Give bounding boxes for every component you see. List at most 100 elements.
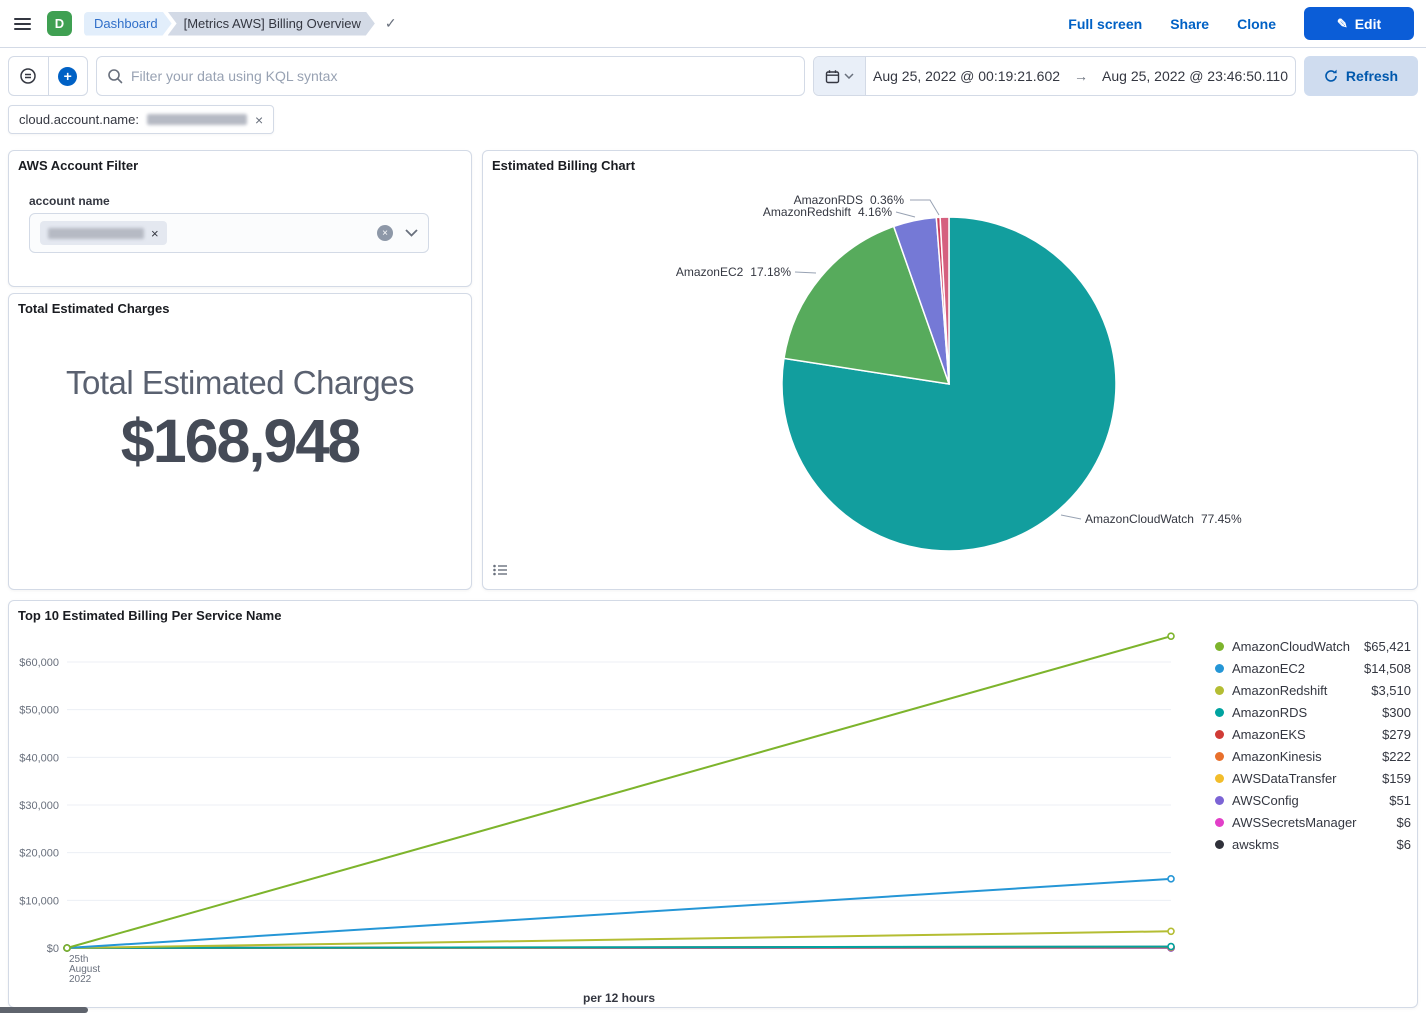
selected-account-tag: × (40, 221, 167, 245)
legend-item-AmazonEC2[interactable]: AmazonEC2$14,508 (1215, 657, 1411, 679)
filter-pill-remove-icon[interactable]: × (255, 112, 263, 128)
query-menu-group: + (8, 56, 88, 96)
y-tick-label: $20,000 (19, 848, 59, 860)
series-point-AmazonEC2[interactable] (1168, 876, 1174, 882)
panel-aws-account-filter: AWS Account Filter account name × × (8, 150, 472, 287)
legend-item-AmazonKinesis[interactable]: AmazonKinesis $222 (1215, 745, 1411, 767)
account-name-label: account name (29, 194, 110, 208)
legend-item-AmazonRedshift[interactable]: AmazonRedshift $3,510 (1215, 679, 1411, 701)
series-point-AmazonCloudWatch[interactable] (1168, 633, 1174, 639)
legend-series-value: $3,510 (1371, 683, 1411, 698)
legend-dot-icon (1215, 796, 1224, 805)
legend-item-AWSSecretsManager[interactable]: AWSSecretsManager $6 (1215, 811, 1411, 833)
date-quick-menu-button[interactable] (814, 57, 866, 95)
account-name-combobox[interactable]: × × (29, 213, 429, 253)
legend-item-AmazonEKS[interactable]: AmazonEKS $279 (1215, 723, 1411, 745)
legend-item-AWSDataTransfer[interactable]: AWSDataTransfer$159 (1215, 767, 1411, 789)
breadcrumb-current-dashboard: [Metrics AWS] Billing Overview (168, 12, 375, 36)
legend-series-value: $279 (1382, 727, 1411, 742)
series-line-AmazonCloudWatch[interactable] (67, 636, 1171, 948)
legend-item-AmazonCloudWatch[interactable]: AmazonCloudWatch $65,421 (1215, 635, 1411, 657)
clone-link[interactable]: Clone (1237, 16, 1276, 32)
legend-series-value: $65,421 (1364, 639, 1411, 654)
time-range-start[interactable]: Aug 25, 2022 @ 00:19:21.602 (873, 68, 1060, 84)
series-point-AmazonCloudWatch[interactable] (64, 945, 70, 951)
horizontal-scrollbar[interactable] (0, 1007, 88, 1013)
series-line-AmazonEC2[interactable] (67, 879, 1171, 948)
legend-dot-icon (1215, 840, 1224, 849)
edit-button-label: Edit (1355, 16, 1381, 32)
time-range-end[interactable]: Aug 25, 2022 @ 23:46:50.110 (1102, 68, 1288, 84)
metric-label: Total Estimated Charges (9, 364, 471, 402)
legend-item-awskms[interactable]: awskms$6 (1215, 833, 1411, 855)
share-link[interactable]: Share (1170, 16, 1209, 32)
panel-estimated-billing-chart: Estimated Billing Chart AmazonRDS0.36% A… (482, 150, 1418, 590)
billing-pie-chart[interactable] (483, 151, 1417, 589)
legend-series-value: $14,508 (1364, 661, 1411, 676)
y-tick-label: $10,000 (19, 895, 59, 907)
full-screen-link[interactable]: Full screen (1068, 16, 1142, 32)
chevron-down-icon (844, 73, 854, 79)
legend-series-name: awskms (1232, 837, 1279, 852)
legend-dot-icon (1215, 642, 1224, 651)
panel-title: Total Estimated Charges (18, 301, 169, 316)
legend-item-AmazonRDS[interactable]: AmazonRDS$300 (1215, 701, 1411, 723)
legend-series-name: AmazonKinesis (1232, 749, 1322, 764)
legend-series-name: AWSSecretsManager (1232, 815, 1357, 830)
refresh-icon (1324, 69, 1338, 83)
saved-check-icon: ✓ (385, 15, 397, 32)
legend-toggle-icon[interactable] (493, 563, 508, 581)
search-icon (107, 68, 123, 84)
add-filter-button[interactable]: + (48, 57, 88, 95)
y-tick-label: $30,000 (19, 800, 59, 812)
panel-title: Estimated Billing Chart (492, 158, 635, 173)
filter-pill-cloud-account-name[interactable]: cloud.account.name: × (8, 105, 274, 134)
series-point-AmazonRedshift[interactable] (1168, 928, 1174, 934)
panel-top10-billing-per-service: Top 10 Estimated Billing Per Service Nam… (8, 600, 1418, 1008)
legend-series-name: AmazonCloudWatch (1232, 639, 1350, 654)
legend-dot-icon (1215, 774, 1224, 783)
hamburger-icon (14, 15, 31, 33)
y-tick-label: $50,000 (19, 705, 59, 717)
refresh-button-label: Refresh (1346, 68, 1398, 84)
saved-query-menu-button[interactable] (9, 57, 48, 95)
legend-dot-icon (1215, 686, 1224, 695)
remove-account-tag-icon[interactable]: × (151, 226, 159, 241)
filter-pill-field: cloud.account.name: (19, 112, 139, 127)
breadcrumb-dashboard[interactable]: Dashboard (84, 12, 172, 36)
series-point-AmazonRDS[interactable] (1168, 944, 1174, 950)
legend-dot-icon (1215, 730, 1224, 739)
refresh-button[interactable]: Refresh (1304, 56, 1418, 96)
legend-item-AWSConfig[interactable]: AWSConfig$51 (1215, 789, 1411, 811)
metric: Total Estimated Charges $168,948 (9, 364, 471, 476)
y-tick-label: $0 (47, 943, 59, 955)
legend-dot-icon (1215, 752, 1224, 761)
chart-legend: AmazonCloudWatch$65,421AmazonEC2$14,508A… (1215, 635, 1411, 855)
edit-button[interactable]: ✎ Edit (1304, 7, 1414, 40)
legend-series-name: AWSDataTransfer (1232, 771, 1337, 786)
legend-series-name: AmazonRedshift (1232, 683, 1327, 698)
space-avatar[interactable]: D (47, 11, 72, 36)
panel-title: Top 10 Estimated Billing Per Service Nam… (18, 608, 281, 623)
kibana-dashboard-page: D Dashboard[Metrics AWS] Billing Overvie… (0, 0, 1426, 1013)
kql-search-box (96, 56, 805, 96)
breadcrumb: Dashboard[Metrics AWS] Billing Overview (84, 12, 375, 36)
y-tick-label: $40,000 (19, 752, 59, 764)
legend-series-value: $222 (1382, 749, 1411, 764)
legend-series-name: AmazonEKS (1232, 727, 1306, 742)
menu-icon[interactable] (14, 15, 31, 33)
billing-line-chart[interactable]: $0$10,000$20,000$30,000$40,000$50,000$60… (9, 626, 1229, 986)
clear-selection-icon[interactable]: × (377, 225, 393, 241)
series-line-AmazonRedshift[interactable] (67, 931, 1171, 948)
legend-series-value: $51 (1389, 793, 1411, 808)
legend-series-value: $6 (1397, 815, 1411, 830)
legend-dot-icon (1215, 818, 1224, 827)
kql-search-input[interactable] (131, 68, 794, 84)
x-tick-label: 2022 (69, 974, 92, 985)
legend-dot-icon (1215, 708, 1224, 717)
chevron-down-icon[interactable] (405, 229, 418, 237)
top-navigation-bar: D Dashboard[Metrics AWS] Billing Overvie… (0, 0, 1426, 48)
pencil-icon: ✎ (1337, 16, 1348, 32)
plus-icon: + (58, 67, 77, 86)
legend-series-value: $300 (1382, 705, 1411, 720)
